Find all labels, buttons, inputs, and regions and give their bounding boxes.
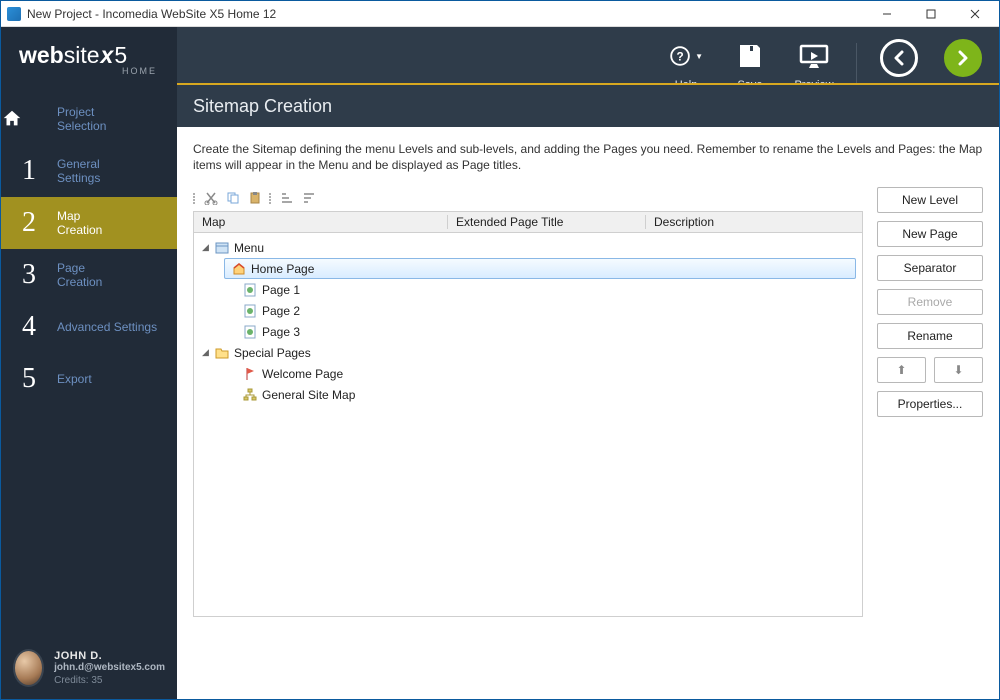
house-icon bbox=[1, 108, 57, 130]
logo-five: 5 bbox=[114, 42, 127, 69]
tree-label: General Site Map bbox=[262, 388, 355, 402]
tree-label: Page 1 bbox=[262, 283, 300, 297]
step-number: 3 bbox=[1, 259, 57, 291]
flag-icon bbox=[242, 366, 258, 382]
main: ? ▼ Help Save bbox=[177, 27, 999, 699]
tree-special-pages[interactable]: ◢ Special Pages bbox=[194, 342, 862, 363]
menu-icon bbox=[214, 240, 230, 256]
col-extended[interactable]: Extended Page Title bbox=[448, 215, 646, 229]
tree-label: Welcome Page bbox=[262, 367, 343, 381]
tree-general-site-map[interactable]: General Site Map bbox=[194, 384, 862, 405]
rename-button[interactable]: Rename bbox=[877, 323, 983, 349]
svg-text:?: ? bbox=[676, 50, 683, 63]
chevron-down-icon: ▼ bbox=[695, 52, 703, 61]
separator-button[interactable]: Separator bbox=[877, 255, 983, 281]
logo-subtitle: HOME bbox=[19, 66, 157, 76]
new-level-button[interactable]: New Level bbox=[877, 187, 983, 213]
close-button[interactable] bbox=[953, 1, 997, 27]
logo: website x 5 HOME bbox=[1, 27, 177, 85]
step-export[interactable]: 5 Export bbox=[1, 353, 177, 405]
tree-welcome-page[interactable]: Welcome Page bbox=[194, 363, 862, 384]
maximize-button[interactable] bbox=[909, 1, 953, 27]
step-map-creation[interactable]: 2 Map Creation bbox=[1, 197, 177, 249]
tree: ◢ Menu Home Page Page 1 bbox=[193, 233, 863, 617]
next-icon bbox=[944, 39, 982, 77]
tree-label: Menu bbox=[234, 241, 264, 255]
page-icon bbox=[242, 303, 258, 319]
step-list: Project Selection 1 General Settings 2 M… bbox=[1, 85, 177, 639]
step-label: Export bbox=[57, 372, 92, 386]
step-label: Advanced Settings bbox=[57, 320, 157, 334]
minimize-button[interactable] bbox=[865, 1, 909, 27]
content: Create the Sitemap defining the menu Lev… bbox=[177, 127, 999, 699]
page-title: Sitemap Creation bbox=[193, 96, 332, 117]
sitemap-icon bbox=[242, 387, 258, 403]
step-project-selection[interactable]: Project Selection bbox=[1, 93, 177, 145]
user-name: JOHN D. bbox=[54, 650, 165, 662]
window-title: New Project - Incomedia WebSite X5 Home … bbox=[27, 7, 865, 21]
tree-label: Special Pages bbox=[234, 346, 311, 360]
col-description[interactable]: Description bbox=[646, 215, 862, 229]
step-general-settings[interactable]: 1 General Settings bbox=[1, 145, 177, 197]
copy-icon[interactable] bbox=[225, 190, 241, 206]
folder-icon bbox=[214, 345, 230, 361]
step-label: Page Creation bbox=[57, 261, 102, 289]
new-page-button[interactable]: New Page bbox=[877, 221, 983, 247]
expand-icon[interactable] bbox=[279, 190, 295, 206]
page-icon bbox=[242, 324, 258, 340]
titlebar: New Project - Incomedia WebSite X5 Home … bbox=[1, 1, 999, 27]
paste-icon[interactable] bbox=[247, 190, 263, 206]
step-label: General Settings bbox=[57, 157, 100, 185]
step-number: 5 bbox=[1, 363, 57, 395]
properties-button[interactable]: Properties... bbox=[877, 391, 983, 417]
step-advanced-settings[interactable]: 4 Advanced Settings bbox=[1, 301, 177, 353]
remove-button[interactable]: Remove bbox=[877, 289, 983, 315]
step-number: 2 bbox=[1, 207, 57, 239]
tree-page-1[interactable]: Page 1 bbox=[194, 279, 862, 300]
tree-home-page[interactable]: Home Page bbox=[224, 258, 856, 279]
logo-x: x bbox=[101, 42, 114, 69]
step-label: Project Selection bbox=[57, 105, 106, 133]
step-number: 1 bbox=[1, 155, 57, 187]
col-map[interactable]: Map bbox=[194, 215, 448, 229]
move-up-button[interactable]: ⬆ bbox=[877, 357, 926, 383]
tree-label: Page 2 bbox=[262, 304, 300, 318]
move-down-button[interactable]: ⬇ bbox=[934, 357, 983, 383]
home-icon bbox=[231, 261, 247, 277]
user-credits: Credits: 35 bbox=[54, 675, 165, 686]
avatar[interactable] bbox=[13, 649, 44, 687]
tree-page-2[interactable]: Page 2 bbox=[194, 300, 862, 321]
tree-label: Page 3 bbox=[262, 325, 300, 339]
cut-icon[interactable] bbox=[203, 190, 219, 206]
mini-toolbar bbox=[193, 187, 863, 209]
logo-text-a: web bbox=[19, 42, 64, 68]
step-page-creation[interactable]: 3 Page Creation bbox=[1, 249, 177, 301]
page-icon bbox=[242, 282, 258, 298]
sidebar: website x 5 HOME Project Selection 1 Gen… bbox=[1, 27, 177, 699]
step-number: 4 bbox=[1, 311, 57, 343]
user-info: JOHN D. john.d@websitex5.com Credits: 35 bbox=[54, 650, 165, 686]
tree-page-3[interactable]: Page 3 bbox=[194, 321, 862, 342]
back-icon bbox=[880, 39, 918, 77]
page-header: Sitemap Creation bbox=[177, 83, 999, 127]
instruction-text: Create the Sitemap defining the menu Lev… bbox=[193, 141, 983, 173]
user-email: john.d@websitex5.com bbox=[54, 662, 165, 673]
collapse-icon[interactable] bbox=[301, 190, 317, 206]
action-buttons: New Level New Page Separator Remove Rena… bbox=[877, 187, 983, 417]
step-label: Map Creation bbox=[57, 209, 102, 237]
collapse-toggle-icon[interactable]: ◢ bbox=[202, 347, 214, 358]
tree-label: Home Page bbox=[251, 262, 314, 276]
tree-menu[interactable]: ◢ Menu bbox=[194, 237, 862, 258]
user-block: JOHN D. john.d@websitex5.com Credits: 35 bbox=[1, 639, 177, 699]
collapse-toggle-icon[interactable]: ◢ bbox=[202, 242, 214, 253]
grid-header: Map Extended Page Title Description bbox=[193, 211, 863, 233]
app-icon bbox=[7, 7, 21, 21]
logo-text-b: site bbox=[64, 42, 100, 68]
